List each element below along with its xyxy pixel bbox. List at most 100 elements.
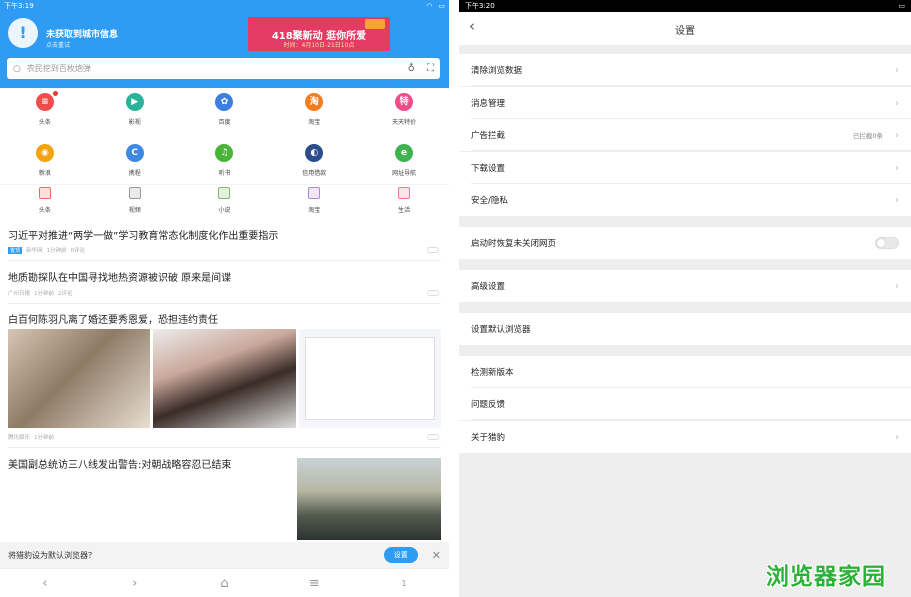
scan-icon[interactable]: ⛶ <box>427 63 434 74</box>
category-tabs: 头条 视频 小说 淘宝 生活 <box>0 184 449 214</box>
banner-date: 时间：4月10日-21日10点 <box>283 42 355 49</box>
tab-label: 小说 <box>218 207 231 214</box>
status-time: 下午3:19 <box>4 2 34 10</box>
settings-item[interactable]: 消息管理 › <box>459 87 911 119</box>
settings-item-label: 设置默认浏览器 <box>471 325 531 335</box>
news-title[interactable]: 美国副总统访三八线发出警告:对朝战略容忍已结束 <box>8 456 231 471</box>
news-source: 新华网 <box>26 248 43 254</box>
news-comments: 0评论 <box>70 248 86 254</box>
promo-banner[interactable]: 418聚新动 逛你所爱 时间：4月10日-21日10点 <box>248 17 390 51</box>
restore-tabs-toggle[interactable] <box>875 237 899 249</box>
news-photo[interactable] <box>297 458 441 540</box>
news-meta: 广州日报 1分钟前 2评论 <box>8 289 73 297</box>
settings-item[interactable]: 下载设置 › <box>459 152 911 184</box>
bottom-nav: ‹ › ⌂ ≡ 1 <box>0 568 449 597</box>
news-photo <box>298 329 441 428</box>
headline-tab-icon <box>38 187 51 199</box>
shortcut-label: 百度 <box>218 119 231 126</box>
settings-item[interactable]: 问题反馈 <box>459 388 911 420</box>
menu-icon[interactable]: ≡ <box>269 569 359 597</box>
weather-city-title[interactable]: 未获取到城市信息 <box>46 27 118 40</box>
shortcut-sina[interactable]: ◉ 新浪 <box>0 144 90 177</box>
news-title[interactable]: 白百何陈羽凡离了婚还要秀恩爱，恐担违约责任 <box>8 311 218 326</box>
shortcut-label: 网址导航 <box>392 170 417 177</box>
settings-item-label: 安全/隐私 <box>471 196 508 206</box>
shortcut-row: ≡ 头条 ▶ 影视 ✿ 百度淘淘宝特天天特价 <box>0 91 449 126</box>
status-bar: 下午3:19 ◠ ▭ <box>0 0 449 12</box>
settings-item-label: 消息管理 <box>471 99 506 109</box>
search-bar[interactable]: ○ 农民挖到百枚炮弹 ♁ ⛶ <box>7 58 440 79</box>
tab-headline[interactable]: 头条 <box>0 185 90 214</box>
wifi-icon: ◠ <box>426 2 433 10</box>
notification-dot <box>53 91 58 96</box>
settings-item[interactable]: 启动时恢复未关闭网页 <box>459 227 911 259</box>
dismiss-news-button[interactable] <box>427 290 439 296</box>
tab-label: 淘宝 <box>308 207 321 214</box>
settings-item[interactable]: 清除浏览数据 › <box>459 54 911 86</box>
divider <box>8 447 441 448</box>
home-icon[interactable]: ⌂ <box>180 569 270 597</box>
close-icon[interactable]: ✕ <box>432 549 441 562</box>
settings-item[interactable]: 检测新版本 <box>459 356 911 388</box>
nav-icon: e <box>395 144 414 162</box>
divider <box>8 260 441 261</box>
tab-video[interactable]: 视频 <box>90 185 180 214</box>
shortcut-label: 携程 <box>128 170 141 177</box>
settings-item-label: 下载设置 <box>471 164 506 174</box>
shortcut-tejia[interactable]: 特天天特价 <box>359 93 449 126</box>
ctrip-icon: C <box>125 144 144 162</box>
search-input[interactable]: 农民挖到百枚炮弹 <box>27 63 396 74</box>
shortcut-loan[interactable]: ◐ 信用借款 <box>269 144 359 177</box>
settings-item[interactable]: 关于猎豹 › <box>459 421 911 453</box>
dismiss-news-button[interactable] <box>427 247 439 253</box>
dismiss-news-button[interactable] <box>427 434 439 440</box>
chevron-right-icon: › <box>895 431 899 443</box>
news-source: 腾讯娱乐 <box>8 435 31 441</box>
set-default-button[interactable]: 设置 <box>383 547 418 563</box>
shortcut-taobao[interactable]: 淘淘宝 <box>269 93 359 126</box>
settings-header: ‹ 设置 <box>459 12 911 45</box>
shortcut-toutiao[interactable]: ≡ 头条 <box>0 91 90 126</box>
toutiao-icon: ≡ <box>35 93 54 111</box>
settings-item-label: 高级设置 <box>471 282 506 292</box>
toggle-knob <box>877 239 885 247</box>
tab-life[interactable]: 生活 <box>359 185 449 214</box>
news-photo <box>8 329 151 428</box>
weather-retry-text[interactable]: 点击重试 <box>46 40 70 49</box>
news-meta: 置顶 新华网 1分钟前 0评论 <box>8 246 85 254</box>
shortcut-video[interactable]: ▶ 影视 <box>90 93 180 126</box>
news-image-strip[interactable] <box>8 329 441 428</box>
settings-item[interactable]: 高级设置 › <box>459 270 911 302</box>
tabs-icon[interactable]: 1 <box>359 569 449 597</box>
home-header: 下午3:19 ◠ ▭ ! 未获取到城市信息 点击重试 418聚新动 逛你所爱 时间… <box>0 0 449 88</box>
sina-icon: ◉ <box>35 144 54 162</box>
shortcut-audiobook[interactable]: ♫ 听书 <box>180 144 270 177</box>
settings-item[interactable]: 设置默认浏览器 <box>459 313 911 345</box>
settings-item[interactable]: 安全/隐私 › <box>459 184 911 216</box>
chevron-right-icon: › <box>895 97 899 109</box>
back-icon[interactable]: ‹ <box>0 569 90 597</box>
battery-icon: ▭ <box>898 2 905 10</box>
tab-label: 视频 <box>128 207 141 214</box>
settings-item-label: 广告拦截 <box>471 131 506 141</box>
settings-item-label: 启动时恢复未关闭网页 <box>471 239 557 249</box>
weather-alert-icon[interactable]: ! <box>8 18 38 48</box>
shortcut-baidu[interactable]: ✿ 百度 <box>180 93 270 126</box>
voice-search-icon[interactable]: ♁ <box>408 63 415 74</box>
home-screen: 下午3:19 ◠ ▭ ! 未获取到城市信息 点击重试 418聚新动 逛你所爱 时间… <box>0 0 449 597</box>
forward-icon[interactable]: › <box>90 569 180 597</box>
settings-item[interactable]: 广告拦截 已拦截0条 › <box>459 119 911 151</box>
weibo-card <box>304 337 435 420</box>
divider <box>8 303 441 304</box>
settings-item-value: 已拦截0条 <box>852 132 883 140</box>
shortcut-ctrip[interactable]: C 携程 <box>90 144 180 177</box>
chevron-right-icon: › <box>895 129 899 141</box>
divider <box>471 419 911 420</box>
news-title[interactable]: 习近平对推进“两学一做”学习教育常态化制度化作出重要指示 <box>8 227 278 242</box>
shortcut-label: 淘宝 <box>308 119 321 126</box>
tab-novel[interactable]: 小说 <box>180 185 270 214</box>
life-tab-icon <box>398 187 411 199</box>
shortcut-nav[interactable]: e 网址导航 <box>359 144 449 177</box>
news-title[interactable]: 地质勘探队在中国寻找地热资源被识破 原来是间谍 <box>8 269 231 284</box>
tab-shop[interactable]: 淘宝 <box>269 185 359 214</box>
